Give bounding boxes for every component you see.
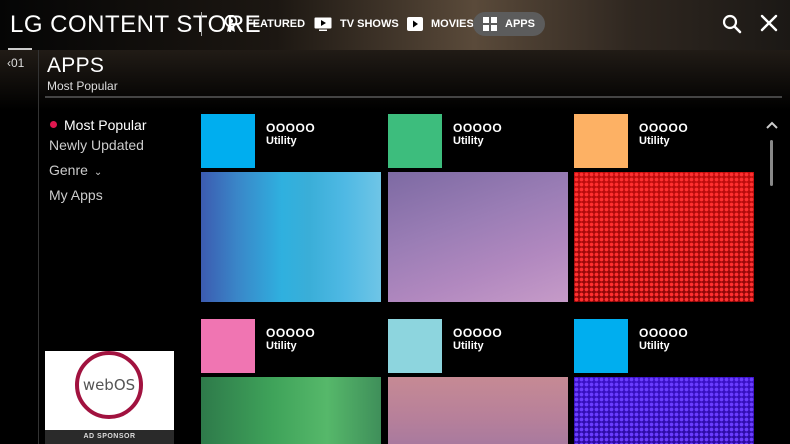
- nav-apps-label: APPS: [505, 18, 535, 30]
- app-icon: [574, 114, 628, 168]
- menu-item-label: Most Popular: [64, 116, 147, 133]
- medal-icon: [224, 15, 238, 33]
- header-fade: [0, 50, 790, 110]
- app-tile[interactable]: OOOOO Utility: [574, 114, 754, 304]
- app-tile[interactable]: OOOOO Utility: [201, 319, 381, 444]
- nav-tv-shows[interactable]: TV SHOWS: [314, 12, 399, 36]
- app-tile[interactable]: OOOOO Utility: [574, 319, 754, 444]
- app-category: Utility: [266, 135, 297, 147]
- title-rule: [45, 96, 782, 98]
- app-tile[interactable]: OOOOO Utility: [388, 319, 568, 444]
- page-title: APPS: [47, 54, 105, 77]
- side-indicator: [8, 48, 32, 50]
- app-tile[interactable]: OOOOO Utility: [388, 114, 568, 304]
- nav-apps[interactable]: APPS: [473, 12, 545, 36]
- ad-banner[interactable]: webOS AD SPONSOR: [45, 351, 174, 444]
- app-icon: [388, 114, 442, 168]
- app-name: OOOOO: [266, 326, 316, 340]
- nav-featured-label: FEATURED: [246, 18, 306, 30]
- app-name: OOOOO: [453, 326, 503, 340]
- app-icon: [388, 319, 442, 373]
- menu-item-genre[interactable]: Genre ⌄: [49, 162, 146, 187]
- app-name: OOOOO: [266, 121, 316, 135]
- menu-item-label: Genre: [49, 162, 88, 178]
- app-icon: [574, 319, 628, 373]
- app-screenshot: [388, 377, 568, 444]
- category-menu: Most Popular Newly Updated Genre ⌄ My Ap…: [49, 112, 146, 212]
- nav-movies[interactable]: MOVIES: [407, 12, 474, 36]
- menu-item-most-popular[interactable]: Most Popular: [49, 112, 146, 137]
- webos-logo-icon: webOS: [75, 351, 143, 419]
- app-screenshot: [574, 172, 754, 302]
- app-screenshot: [388, 172, 568, 302]
- app-name: OOOOO: [639, 121, 689, 135]
- tv-play-icon: [314, 17, 332, 31]
- close-icon[interactable]: [760, 14, 780, 34]
- side-divider: [38, 50, 39, 444]
- scrollbar-thumb[interactable]: [770, 140, 773, 186]
- app-icon: [201, 319, 255, 373]
- app-icon: [201, 114, 255, 168]
- app-category: Utility: [639, 340, 670, 352]
- app-screenshot: [201, 377, 381, 444]
- chevron-up-icon[interactable]: [764, 118, 780, 130]
- app-screenshot: [201, 172, 381, 302]
- ad-sponsor-label: AD SPONSOR: [45, 430, 174, 444]
- nav-featured[interactable]: FEATURED: [224, 12, 305, 36]
- page-subtitle: Most Popular: [47, 79, 118, 93]
- chevron-down-icon: ⌄: [93, 167, 103, 178]
- app-category: Utility: [453, 135, 484, 147]
- nav-movies-label: MOVIES: [431, 18, 474, 30]
- menu-item-newly-updated[interactable]: Newly Updated: [49, 137, 146, 162]
- app-category: Utility: [453, 340, 484, 352]
- back-button[interactable]: ‹01: [7, 56, 24, 70]
- search-icon[interactable]: [722, 14, 742, 34]
- apps-grid-icon: [483, 17, 497, 31]
- nav-tv-shows-label: TV SHOWS: [340, 18, 399, 30]
- movie-play-icon: [407, 17, 423, 31]
- app-name: OOOOO: [639, 326, 689, 340]
- menu-item-my-apps[interactable]: My Apps: [49, 187, 146, 212]
- app-name: OOOOO: [453, 121, 503, 135]
- app-screenshot: [574, 377, 754, 444]
- app-tile[interactable]: OOOOO Utility: [201, 114, 381, 304]
- header-divider: [201, 12, 202, 36]
- app-category: Utility: [266, 340, 297, 352]
- active-dot-icon: [50, 121, 57, 128]
- app-category: Utility: [639, 135, 670, 147]
- ad-logo-text: webOS: [82, 376, 136, 394]
